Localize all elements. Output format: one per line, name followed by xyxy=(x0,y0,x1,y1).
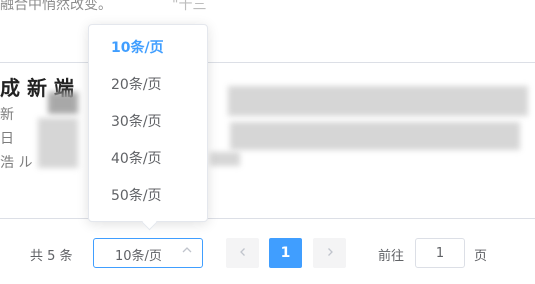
content-divider-bottom xyxy=(0,218,535,219)
article-line-2: 日 xyxy=(0,131,14,147)
article-line-1: 新 xyxy=(0,107,14,123)
pagination: 共 5 条 10条/页 1 前往 页 xyxy=(0,238,535,270)
page-size-option-20[interactable]: 20条/页 xyxy=(89,67,207,104)
redacted-block xyxy=(210,152,240,166)
goto-suffix: 页 xyxy=(474,249,488,264)
page-size-dropdown: 10条/页 20条/页 30条/页 40条/页 50条/页 xyxy=(88,24,208,222)
article-excerpt-text: 融合中悄然改变。 xyxy=(0,0,112,13)
article-excerpt-top: 融合中悄然改变。 "十三 xyxy=(0,0,206,14)
goto-label: 前往 xyxy=(378,249,405,264)
total-count: 共 5 条 xyxy=(30,249,73,264)
chevron-left-icon xyxy=(238,245,248,261)
next-page-button[interactable] xyxy=(313,238,346,268)
redacted-block xyxy=(230,122,520,150)
page-size-option-30[interactable]: 30条/页 xyxy=(89,104,207,141)
prev-page-button[interactable] xyxy=(226,238,259,268)
redacted-block xyxy=(228,86,528,116)
redacted-block xyxy=(48,92,78,114)
article-excerpt-tail: "十三 xyxy=(172,0,207,13)
chevron-right-icon xyxy=(325,245,335,261)
article-line-3: 浩 ル xyxy=(0,155,33,171)
chevron-up-icon xyxy=(182,245,192,258)
content-divider-top xyxy=(0,62,535,63)
goto-page-input[interactable] xyxy=(415,238,465,268)
page-size-option-10[interactable]: 10条/页 xyxy=(89,30,207,67)
redacted-block xyxy=(38,118,78,168)
page-size-select[interactable]: 10条/页 xyxy=(93,238,203,268)
page-size-option-40[interactable]: 40条/页 xyxy=(89,141,207,178)
page-size-value: 10条/页 xyxy=(115,249,162,264)
page-number-current[interactable]: 1 xyxy=(269,238,302,268)
page-size-option-50[interactable]: 50条/页 xyxy=(89,178,207,215)
